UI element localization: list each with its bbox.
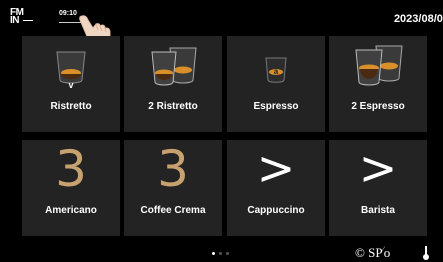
tile-cappuccino-label: Cappuccino (247, 205, 305, 216)
barista-icon: > (358, 141, 398, 195)
brand-logo-bottom: IN (10, 15, 20, 26)
tile-2-espresso-label: 2 Espresso (351, 101, 405, 112)
tile-coffee-crema-label: Coffee Crema (140, 205, 206, 216)
page-dot-3[interactable] (226, 252, 229, 255)
status-bar: FM IN — 09:10 2023/08/07 (0, 0, 443, 46)
tile-barista[interactable]: > Barista (329, 140, 427, 236)
tile-coffee-crema[interactable]: 3 Coffee Crema (124, 140, 222, 236)
thermometer-icon (423, 246, 429, 260)
tile-2-ristretto[interactable]: 2 Ristretto (124, 36, 222, 132)
tile-ristretto[interactable]: v Ristretto (22, 36, 120, 132)
cappuccino-icon: > (256, 141, 296, 195)
espresso-cup-icon (265, 57, 287, 83)
date: 2023/08/07 (393, 13, 443, 25)
watermark: © SP⁄o (355, 245, 391, 260)
watermark-tail: o (383, 245, 391, 260)
brand-logo: FM IN — (10, 8, 33, 26)
espresso-badge: a (273, 67, 279, 76)
tile-barista-label: Barista (361, 205, 395, 216)
page-dot-2[interactable] (219, 252, 222, 255)
coffee-crema-icon: 3 (157, 140, 189, 198)
double-espresso-cups-icon (355, 45, 403, 86)
tile-2-espresso[interactable]: 2 Espresso (329, 36, 427, 132)
tile-americano-label: Americano (45, 205, 97, 216)
brand-dash: — (23, 15, 33, 26)
watermark-text: © SP (355, 245, 383, 260)
tile-ristretto-label: Ristretto (50, 101, 92, 112)
tile-americano[interactable]: 3 Americano (22, 140, 120, 236)
clock: 09:10 (59, 10, 77, 17)
double-ristretto-cups-icon (151, 47, 197, 86)
americano-icon: 3 (55, 140, 87, 198)
page-indicator[interactable] (212, 242, 233, 260)
tile-espresso-label: Espresso (253, 101, 299, 112)
page-dot-1[interactable] (212, 252, 215, 255)
tile-2-ristretto-label: 2 Ristretto (148, 101, 198, 112)
tile-espresso[interactable]: a Espresso (227, 36, 325, 132)
ristretto-badge: v (68, 80, 74, 90)
tile-cappuccino[interactable]: > Cappuccino (227, 140, 325, 236)
